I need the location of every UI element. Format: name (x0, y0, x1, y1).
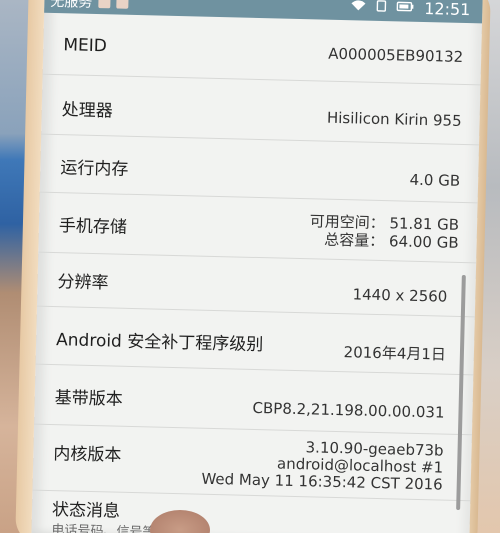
row-label: 分辨率 (57, 272, 109, 294)
row-label: MEID (63, 35, 108, 57)
battery-icon (396, 0, 414, 15)
status-time: 12:51 (424, 0, 471, 20)
row-value: CBP8.2,21.198.00.00.031 (252, 398, 445, 422)
list-item-storage[interactable]: 手机存储 可用空间： 51.81 GB 总容量： 64.00 GB (38, 192, 478, 264)
row-label: 手机存储 (58, 216, 128, 238)
wifi-icon (350, 0, 366, 15)
notification-icon (98, 0, 111, 9)
photo-scene: 无服务 12:51 MEID A000005EB90132 处理器 Hisili… (0, 0, 500, 533)
row-value: Hisilicon Kirin 955 (326, 108, 462, 130)
list-item-kernel[interactable]: 内核版本 3.10.90-geaeb73b android@localhost … (32, 424, 472, 502)
list-item-meid[interactable]: MEID A000005EB90132 (42, 12, 483, 86)
list-item-ram[interactable]: 运行内存 4.0 GB (39, 134, 480, 204)
list-item-security-patch[interactable]: Android 安全补丁程序级别 2016年4月1日 (35, 306, 475, 376)
row-subtitle: 电话号码、信号等 (51, 523, 156, 533)
row-value: 4.0 GB (409, 170, 461, 190)
app-icon (116, 0, 129, 9)
row-value: 2016年4月1日 (343, 343, 447, 364)
row-label: 基带版本 (54, 388, 123, 410)
row-label: 状态消息 (51, 500, 121, 522)
list-item-processor[interactable]: 处理器 Hisilicon Kirin 955 (41, 74, 481, 146)
row-label: 运行内存 (60, 158, 129, 180)
row-value: Wed May 11 16:35:42 CST 2016 (201, 469, 443, 494)
row-value: 1440 x 2560 (352, 285, 448, 306)
row-value: 总容量： 64.00 GB (324, 230, 459, 252)
row-label: Android 安全补丁程序级别 (55, 330, 264, 356)
phone-screen: 无服务 12:51 MEID A000005EB90132 处理器 Hisili… (31, 0, 483, 533)
list-item-baseband[interactable]: 基带版本 CBP8.2,21.198.00.00.031 (34, 364, 474, 436)
sim-icon (376, 0, 387, 15)
row-value: A000005EB90132 (327, 44, 464, 66)
carrier-label: 无服务 (50, 0, 93, 11)
row-label: 内核版本 (53, 444, 122, 466)
status-bar-right: 12:51 (350, 0, 471, 19)
row-label: 处理器 (61, 100, 113, 122)
status-bar-left: 无服务 (50, 0, 129, 13)
device-info-list: MEID A000005EB90132 处理器 Hisilicon Kirin … (31, 12, 483, 533)
